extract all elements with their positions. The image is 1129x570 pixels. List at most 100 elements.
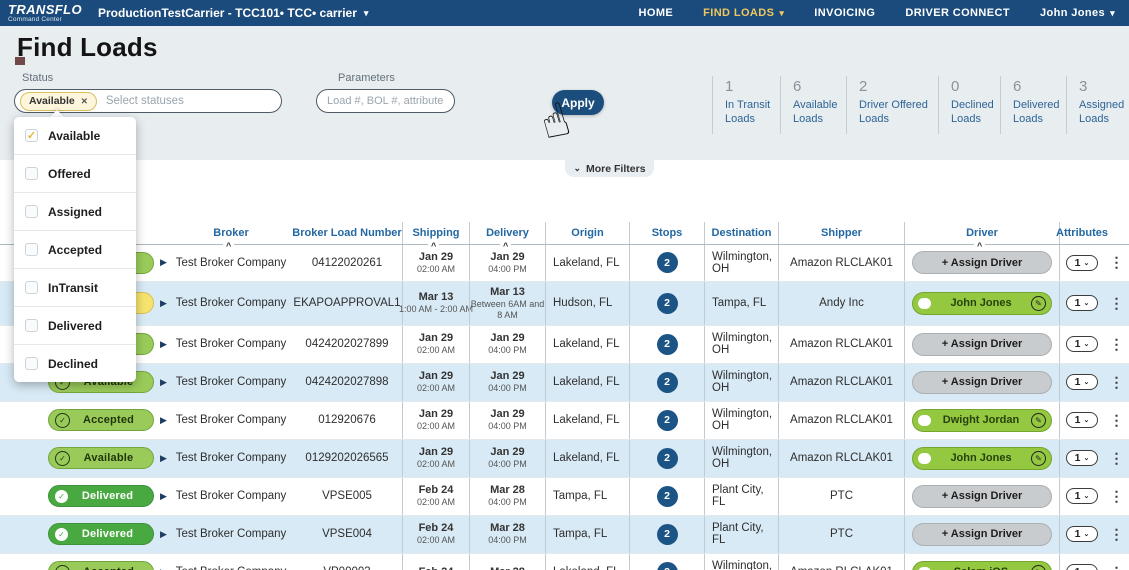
status-option-available[interactable]: ✓ Available (14, 117, 136, 155)
edit-driver-icon[interactable]: ✎ (1031, 564, 1046, 570)
chat-bubble-icon[interactable] (918, 452, 931, 464)
th-stops[interactable]: Stops (629, 222, 704, 244)
parameters-input[interactable] (316, 89, 455, 113)
origin-city: Lakeland, FL (545, 553, 629, 570)
sort-caret-delivery[interactable]: ^ (500, 241, 512, 251)
kebab-menu-icon[interactable]: ⋮ (1110, 564, 1124, 570)
close-icon[interactable]: ✕ (81, 96, 88, 107)
attributes-dropdown[interactable]: 1⌄ (1065, 336, 1099, 353)
expand-row-icon[interactable]: ▶ (160, 491, 167, 502)
status-chip-available[interactable]: Available ✕ (20, 91, 97, 111)
chevron-down-icon: ⌄ (1083, 531, 1090, 539)
th-shipper[interactable]: Shipper (778, 222, 904, 244)
stat-delivered-loads: 6 Delivered Loads (1000, 76, 1066, 134)
assigned-driver-chip[interactable]: Dwight Jordan ✎ (912, 408, 1052, 432)
sort-caret-broker[interactable]: ^ (223, 241, 235, 251)
attributes-dropdown[interactable]: 1⌄ (1065, 254, 1099, 271)
stops-count-badge: 2 (656, 447, 678, 469)
more-filters-toggle[interactable]: ⌄ More Filters (565, 160, 654, 177)
sort-caret-shipping[interactable]: ^ (428, 241, 440, 251)
nav-item-invoicing[interactable]: INVOICING (814, 7, 875, 19)
status-option-assigned[interactable]: Assigned (14, 193, 136, 231)
kebab-menu-icon[interactable]: ⋮ (1110, 412, 1124, 429)
delivery-date: Mar 28 (490, 522, 525, 535)
nav-item-find-loads[interactable]: FIND LOADS ▾ (703, 7, 784, 19)
nav-item-home[interactable]: HOME (639, 7, 674, 19)
attributes-dropdown[interactable]: 1⌄ (1065, 488, 1099, 505)
assign-driver-button[interactable]: + Assign Driver (912, 370, 1052, 394)
assigned-driver-chip[interactable]: Salem iOS✎ (912, 560, 1052, 570)
edit-driver-icon[interactable]: ✎ (1031, 450, 1046, 466)
checkbox[interactable] (25, 205, 38, 218)
status-option-intransit[interactable]: InTransit (14, 269, 136, 307)
chat-bubble-icon[interactable] (918, 414, 931, 426)
user-menu[interactable]: John Jones ▾ (1040, 7, 1115, 19)
assigned-driver-chip[interactable]: John Jones ✎ (912, 446, 1052, 470)
expand-row-icon[interactable]: ▶ (160, 339, 167, 350)
assign-driver-button[interactable]: + Assign Driver (912, 522, 1052, 546)
driver-cell: + Assign Driver (904, 363, 1059, 401)
origin-city: Tampa, FL (545, 515, 629, 553)
kebab-menu-icon[interactable]: ⋮ (1110, 526, 1124, 543)
chat-bubble-icon[interactable] (918, 566, 931, 570)
checkbox[interactable] (25, 243, 38, 256)
stat-label: Available Loads (793, 99, 838, 125)
assigned-driver-chip[interactable]: John Jones ✎ (912, 291, 1052, 315)
assign-driver-button[interactable]: + Assign Driver (912, 332, 1052, 356)
attributes-dropdown[interactable]: 1⌄ (1065, 412, 1099, 429)
company-selector[interactable]: ProductionTestCarrier - TCC101• TCC• car… (98, 6, 368, 20)
attributes-dropdown[interactable]: 1⌄ (1065, 374, 1099, 391)
attributes-dropdown[interactable]: 1⌄ (1065, 450, 1099, 467)
assign-driver-button[interactable]: + Assign Driver (912, 484, 1052, 508)
delivery-cell: Mar 28 04:00 PM (469, 477, 545, 515)
kebab-menu-icon[interactable]: ⋮ (1110, 450, 1124, 467)
th-destination[interactable]: Destination (704, 222, 778, 244)
apply-button[interactable]: Apply (552, 90, 604, 115)
th-broker-load-number[interactable]: Broker Load Number (292, 222, 402, 244)
expand-row-icon[interactable]: ▶ (160, 257, 167, 268)
attributes-dropdown[interactable]: 1⌄ (1065, 526, 1099, 543)
chat-bubble-icon[interactable] (918, 297, 931, 309)
th-attributes[interactable]: Attributes (1056, 222, 1108, 244)
checkbox[interactable] (25, 167, 38, 180)
stat-value: 3 (1079, 78, 1088, 95)
expand-row-icon[interactable]: ▶ (160, 415, 167, 426)
driver-cell: + Assign Driver (904, 477, 1059, 515)
kebab-menu-icon[interactable]: ⋮ (1110, 254, 1124, 271)
checkbox[interactable] (25, 281, 38, 294)
kebab-menu-icon[interactable]: ⋮ (1110, 374, 1124, 391)
shipping-date: Feb 24 (419, 566, 454, 570)
status-option-delivered[interactable]: Delivered (14, 307, 136, 345)
edit-driver-icon[interactable]: ✎ (1031, 295, 1046, 311)
attributes-dropdown[interactable]: 1⌄ (1065, 564, 1099, 570)
th-menu (1104, 222, 1129, 244)
status-multiselect-input[interactable]: Available ✕ Select statuses (14, 89, 282, 113)
status-option-offered[interactable]: Offered (14, 155, 136, 193)
expand-row-icon[interactable]: ▶ (160, 377, 167, 388)
table-header-row: Broker Broker Load Number Shipping Deliv… (0, 222, 1129, 251)
expand-row-icon[interactable]: ▶ (160, 567, 167, 570)
expand-row-icon[interactable]: ▶ (160, 453, 167, 464)
expand-row-icon[interactable]: ▶ (160, 529, 167, 540)
checkbox[interactable] (25, 319, 38, 332)
checkbox[interactable] (25, 357, 38, 370)
stat-value: 2 (859, 78, 868, 95)
kebab-menu-icon[interactable]: ⋮ (1110, 295, 1124, 312)
kebab-menu-icon[interactable]: ⋮ (1110, 488, 1124, 505)
delivery-time: 04:00 PM (488, 421, 527, 432)
nav-item-driver-connect[interactable]: DRIVER CONNECT (905, 7, 1010, 19)
transflo-logo[interactable]: TRANSFLO Command Center (8, 3, 82, 24)
expand-row-icon[interactable]: ▶ (160, 298, 167, 309)
assign-driver-button[interactable]: + Assign Driver (912, 251, 1052, 274)
checkbox-checked[interactable]: ✓ (25, 129, 38, 142)
attributes-dropdown[interactable]: 1⌄ (1065, 295, 1099, 312)
attributes-count: 1 (1074, 338, 1081, 351)
edit-driver-icon[interactable]: ✎ (1031, 412, 1046, 428)
sort-caret-driver[interactable]: ^ (974, 241, 986, 251)
delivery-date: Mar 13 (490, 286, 525, 298)
origin-city: Lakeland, FL (545, 401, 629, 439)
status-option-accepted[interactable]: Accepted (14, 231, 136, 269)
kebab-menu-icon[interactable]: ⋮ (1110, 336, 1124, 353)
status-option-declined[interactable]: Declined (14, 345, 136, 382)
th-origin[interactable]: Origin (545, 222, 629, 244)
